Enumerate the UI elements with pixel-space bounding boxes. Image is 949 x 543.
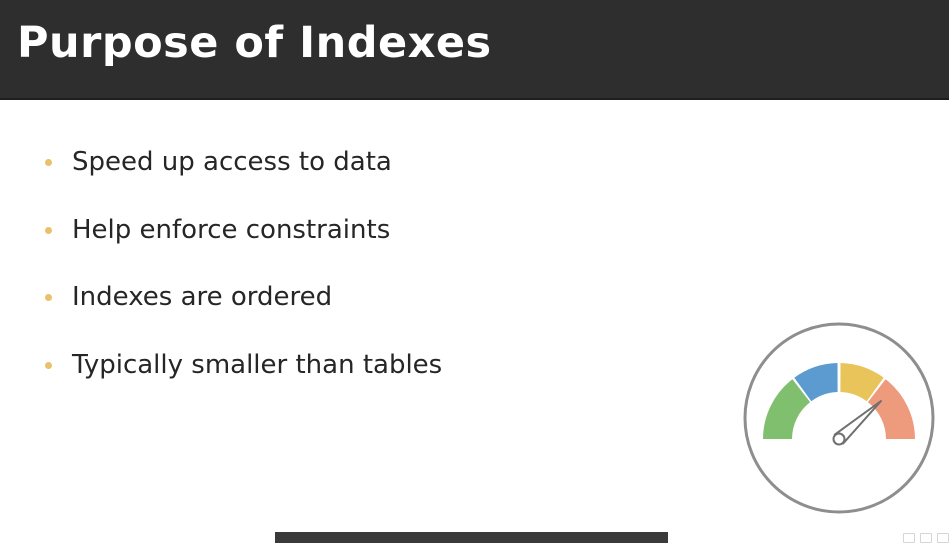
bullet-text: Typically smaller than tables [72, 350, 443, 380]
slide-header: Purpose of Indexes [0, 0, 949, 100]
bullet-text: Speed up access to data [72, 147, 392, 177]
bullet-text: Indexes are ordered [72, 282, 333, 312]
slide-title: Purpose of Indexes [17, 18, 492, 68]
control-icon[interactable] [903, 532, 915, 543]
player-controls[interactable] [852, 532, 949, 543]
control-icon[interactable] [937, 532, 949, 543]
bullet-item: Typically smaller than tables [45, 345, 442, 385]
gauge-pivot [832, 432, 846, 446]
speedometer-icon [743, 322, 935, 514]
bullet-item: Indexes are ordered [45, 277, 332, 317]
bullet-dot [45, 293, 52, 301]
control-icon[interactable] [920, 532, 932, 543]
bullet-text: Help enforce constraints [72, 215, 391, 245]
bullet-dot [45, 361, 52, 369]
bullet-dot [45, 226, 52, 234]
bullet-item: Speed up access to data [45, 142, 392, 182]
bullet-item: Help enforce constraints [45, 210, 390, 250]
video-caption-bar [275, 532, 668, 543]
bullet-dot [45, 158, 52, 166]
